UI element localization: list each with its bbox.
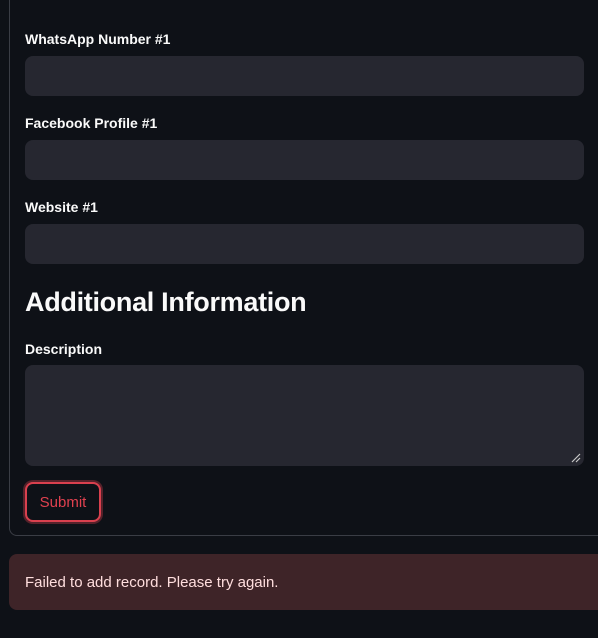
facebook-profile-input[interactable] xyxy=(25,140,584,180)
whatsapp-number-input[interactable] xyxy=(25,56,584,96)
error-message: Failed to add record. Please try again. xyxy=(25,573,279,591)
description-textarea[interactable] xyxy=(25,365,584,466)
submit-button[interactable]: Submit xyxy=(25,482,101,522)
whatsapp-number-label: WhatsApp Number #1 xyxy=(25,31,171,47)
resize-grip-icon[interactable] xyxy=(570,452,581,463)
facebook-profile-label: Facebook Profile #1 xyxy=(25,115,158,131)
website-input[interactable] xyxy=(25,224,584,264)
description-label: Description xyxy=(25,341,103,357)
error-alert: Failed to add record. Please try again. xyxy=(9,554,598,610)
website-label: Website #1 xyxy=(25,199,98,215)
section-heading: Additional Information xyxy=(25,287,307,317)
